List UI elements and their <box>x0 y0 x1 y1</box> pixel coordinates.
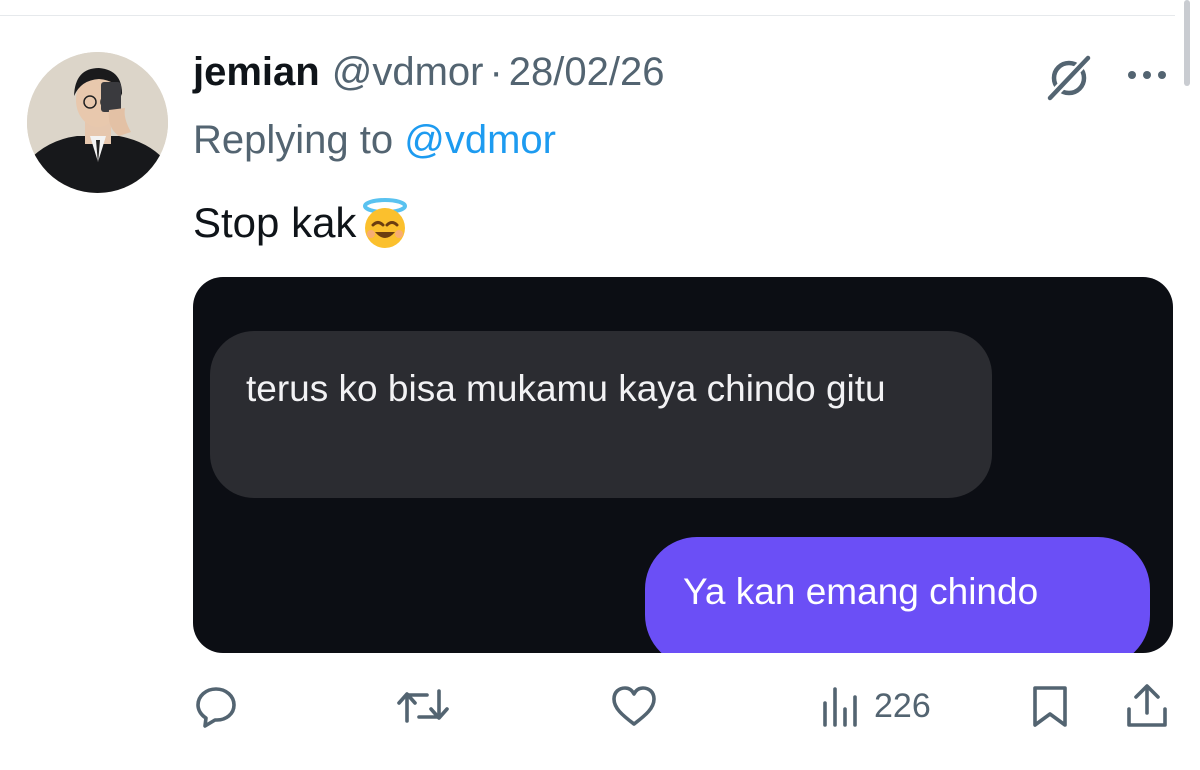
share-button[interactable] <box>1124 682 1170 730</box>
smiling-face-with-halo-icon <box>358 196 412 250</box>
more-options-icon[interactable] <box>1124 60 1170 90</box>
tweet-text-content: Stop kak <box>193 199 357 246</box>
reply-button[interactable] <box>193 682 239 730</box>
like-button[interactable] <box>609 682 659 730</box>
grok-icon[interactable] <box>1044 52 1094 103</box>
reply-icon <box>196 687 236 728</box>
avatar[interactable] <box>27 52 168 193</box>
tweet-text: Stop kak <box>193 196 412 250</box>
replying-to: Replying to @vdmor <box>193 118 556 163</box>
bookmark-icon <box>1033 686 1067 727</box>
avatar-photo <box>27 52 168 193</box>
author-name[interactable]: jemian <box>193 50 320 95</box>
heart-icon <box>612 686 656 726</box>
media-image[interactable]: terus ko bisa mukamu kaya chindo gitu Ya… <box>193 277 1173 653</box>
replying-handle-link[interactable]: @vdmor <box>404 118 556 162</box>
share-icon <box>1127 684 1167 727</box>
action-bar: 226 <box>0 676 1200 736</box>
retweet-button[interactable] <box>395 682 451 730</box>
incoming-message-text: terus ko bisa mukamu kaya chindo gitu <box>246 368 886 409</box>
author-handle[interactable]: @vdmor <box>332 50 484 95</box>
retweet-icon <box>397 689 449 723</box>
separator-dot: · <box>489 50 503 94</box>
top-divider <box>0 15 1175 16</box>
bookmark-button[interactable] <box>1027 682 1073 730</box>
tweet-date[interactable]: 28/02/26 <box>509 50 665 95</box>
replying-prefix: Replying to <box>193 118 394 162</box>
views-button[interactable]: 226 <box>818 682 931 730</box>
incoming-message-bubble: terus ko bisa mukamu kaya chindo gitu <box>210 331 992 498</box>
scrollbar[interactable] <box>1184 0 1190 86</box>
tweet-header: jemian @vdmor · 28/02/26 <box>193 50 665 102</box>
views-count: 226 <box>874 686 931 725</box>
outgoing-message-text: Ya kan emang chindo <box>683 571 1039 612</box>
outgoing-message-bubble: Ya kan emang chindo <box>645 537 1150 653</box>
views-icon <box>823 687 857 727</box>
